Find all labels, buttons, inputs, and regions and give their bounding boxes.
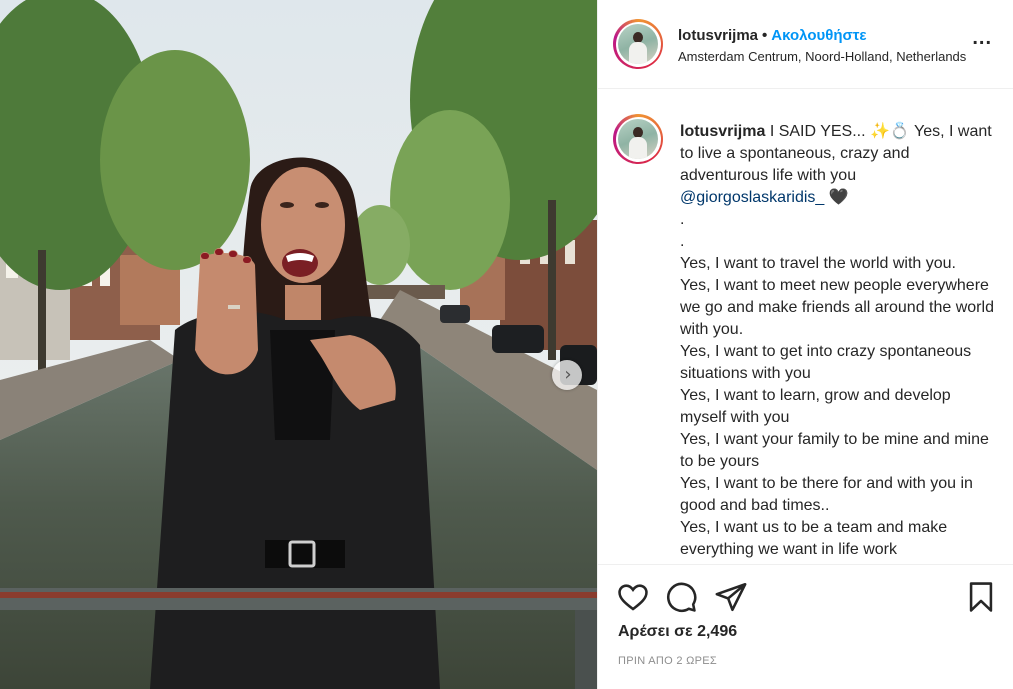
caption-line: Yes, I want to meet new people everywher… xyxy=(680,277,994,338)
caption-avatar[interactable] xyxy=(613,114,663,164)
post-header: lotusvrijma • Ακολουθήστε Amsterdam Centru… xyxy=(598,0,1013,89)
comment-icon[interactable] xyxy=(664,580,698,614)
heart-emoji: 🖤 xyxy=(828,189,849,206)
avatar[interactable] xyxy=(613,19,663,69)
next-photo-button[interactable]: › xyxy=(552,360,582,390)
heart-icon[interactable] xyxy=(616,580,650,614)
avatar-image xyxy=(618,24,658,64)
share-icon[interactable] xyxy=(714,580,748,614)
caption-line: Yes, I want your family to be mine and m… xyxy=(680,431,989,470)
post-timestamp[interactable]: ΠΡΙΝ ΑΠΟ 2 ΩΡΕΣ xyxy=(618,655,717,667)
caption-line: . xyxy=(680,211,685,228)
caption-line: Yes, I want to learn, grow and develop m… xyxy=(680,387,951,426)
mention-link[interactable]: @giorgoslaskaridis_ xyxy=(680,189,824,206)
caption-line: Yes, I want to travel the world with you… xyxy=(680,255,956,272)
caption-username-link[interactable]: lotusvrijma xyxy=(680,123,765,140)
username-link[interactable]: lotusvrijma xyxy=(678,27,758,44)
caption-line: . xyxy=(680,233,685,250)
chevron-right-icon: › xyxy=(564,364,572,385)
post-caption: lotusvrijma I SAID YES... ✨💍 Yes, I want… xyxy=(680,121,998,561)
caption-lines: .. Yes, I want to travel the world with y… xyxy=(680,209,998,561)
caption-line: Yes, I want to be there for and with you… xyxy=(680,475,973,514)
caption-line: Yes, I want us to be a team and make eve… xyxy=(680,519,948,558)
follow-button[interactable]: Ακολουθήστε xyxy=(771,27,866,44)
more-options-icon[interactable]: ... xyxy=(972,28,992,48)
caption-line: Yes, I want to get into crazy spontaneou… xyxy=(680,343,972,382)
separator-dot: • xyxy=(762,27,768,44)
post-photo[interactable]: › xyxy=(0,0,597,689)
photo-illustration xyxy=(0,0,597,689)
location-link[interactable]: Amsterdam Centrum, Noord-Holland, Nether… xyxy=(678,49,998,64)
bookmark-icon[interactable] xyxy=(964,580,998,614)
comments-area[interactable]: lotusvrijma I SAID YES... ✨💍 Yes, I want… xyxy=(598,90,1013,564)
avatar-image xyxy=(618,119,658,159)
post-sidebar: lotusvrijma • Ακολουθήστε Amsterdam Centru… xyxy=(597,0,1013,689)
post-actions: Αρέσει σε 2,496 ΠΡΙΝ ΑΠΟ 2 ΩΡΕΣ xyxy=(598,564,1013,689)
header-username-row: lotusvrijma • Ακολουθήστε xyxy=(678,27,867,44)
likes-count[interactable]: Αρέσει σε 2,496 xyxy=(618,623,737,641)
